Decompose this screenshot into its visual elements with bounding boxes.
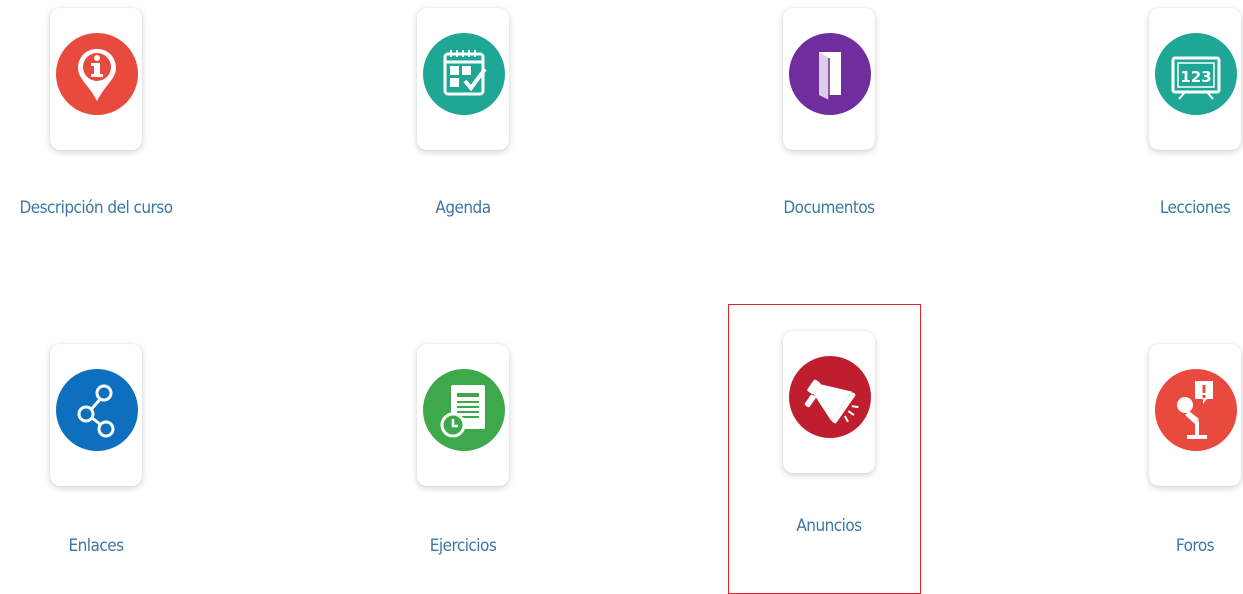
forum-microphone-icon: [1155, 369, 1237, 451]
tool-tile[interactable]: [50, 344, 142, 486]
info-pin-icon: [56, 33, 138, 115]
tool-label[interactable]: Agenda: [364, 198, 562, 218]
tool-label[interactable]: Foros: [1096, 536, 1243, 556]
tool-tile[interactable]: [783, 331, 875, 473]
tool-label[interactable]: Ejercicios: [364, 536, 562, 556]
exercise-sheet-clock-icon: [423, 369, 505, 451]
tool-tile[interactable]: [1149, 344, 1241, 486]
share-links-icon: [56, 369, 138, 451]
tool-label[interactable]: Documentos: [730, 198, 928, 218]
tool-tile[interactable]: [783, 8, 875, 150]
lesson-board-123-icon: 123: [1155, 33, 1237, 115]
tool-tile[interactable]: [50, 8, 142, 150]
tool-tile[interactable]: [417, 344, 509, 486]
lesson-board-text: 123: [1180, 68, 1211, 86]
tool-label[interactable]: Enlaces: [0, 536, 195, 556]
megaphone-icon: [789, 356, 871, 438]
tool-label[interactable]: Descripción del curso: [0, 198, 195, 218]
tool-label[interactable]: Lecciones: [1096, 198, 1243, 218]
tool-label[interactable]: Anuncios: [730, 516, 928, 536]
tool-tile[interactable]: 123: [1149, 8, 1241, 150]
folder-icon: [789, 33, 871, 115]
calendar-check-icon: [423, 33, 505, 115]
tool-tile[interactable]: [417, 8, 509, 150]
